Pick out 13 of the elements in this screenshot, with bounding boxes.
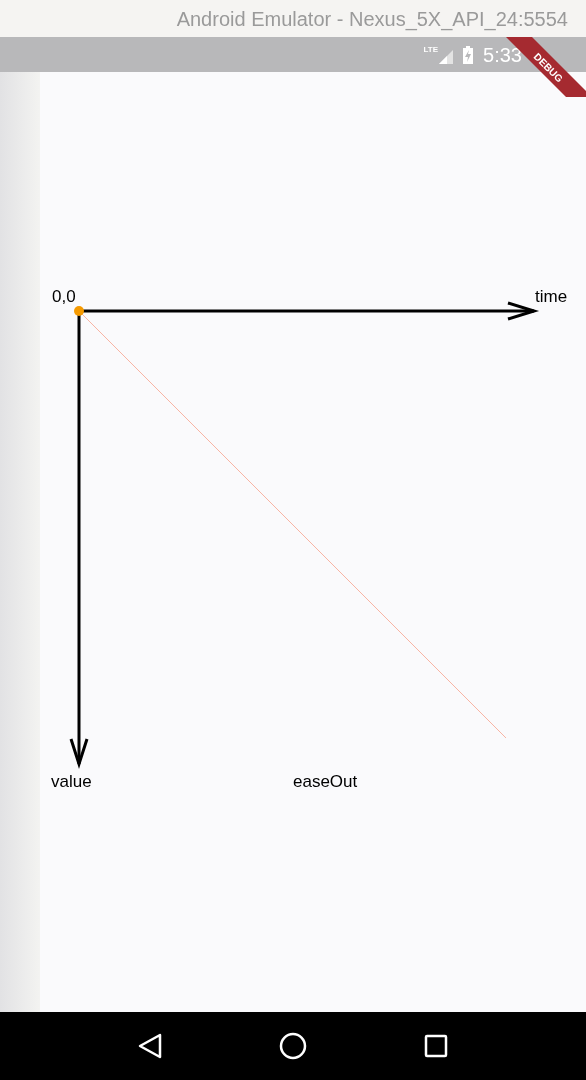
origin-dot <box>74 306 84 316</box>
battery-icon <box>463 45 474 64</box>
network-label: LTE <box>423 45 439 54</box>
clock: 5:33 <box>483 42 522 68</box>
curve-name: easeOut <box>293 771 358 793</box>
recents-icon[interactable] <box>423 1034 448 1058</box>
x-axis-label: time <box>535 286 568 308</box>
home-icon[interactable] <box>279 1032 307 1060</box>
window-title: Android Emulator - Nexus_5X_API_24:5554 <box>176 6 568 33</box>
y-axis-label: value <box>51 771 92 793</box>
signal-icon <box>439 49 454 64</box>
origin-label: 0,0 <box>52 286 76 308</box>
back-icon[interactable] <box>138 1033 163 1059</box>
